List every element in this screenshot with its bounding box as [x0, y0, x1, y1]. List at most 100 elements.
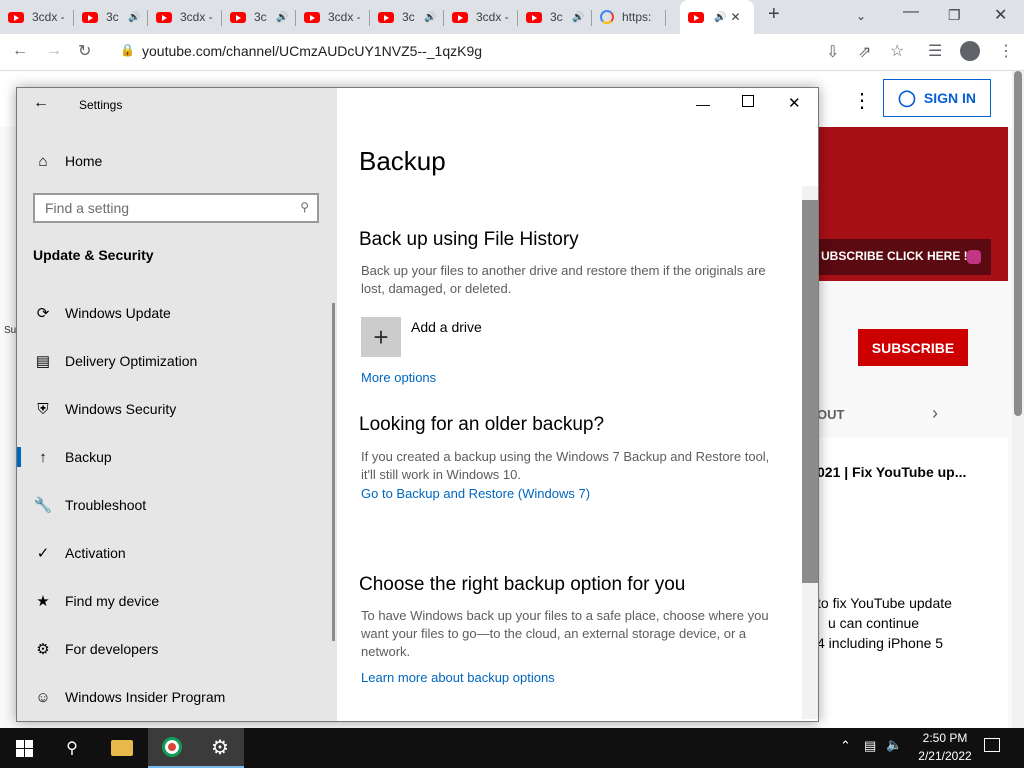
browser-tab[interactable]: 3cdx -: [296, 0, 370, 34]
install-icon[interactable]: ⇩: [826, 42, 839, 62]
video-card[interactable]: [817, 438, 1008, 728]
audio-icon[interactable]: 🔊: [128, 12, 140, 23]
sync-icon: ⟳: [36, 305, 50, 322]
url-bar[interactable]: youtube.com/channel/UCmzAUDcUY1NVZ5--_1q…: [142, 43, 482, 59]
search-icon[interactable]: ⚲: [300, 200, 309, 214]
audio-icon[interactable]: 🔊: [424, 12, 436, 23]
window-title: Settings: [79, 98, 123, 112]
network-icon[interactable]: ▤: [864, 738, 876, 754]
browser-tab[interactable]: 3c 🔊: [74, 0, 148, 34]
bookmark-star-icon[interactable]: ☆: [890, 41, 904, 61]
page-title: Backup: [359, 146, 446, 176]
browser-tab[interactable]: 3c 🔊: [370, 0, 444, 34]
audio-icon[interactable]: 🔊: [276, 12, 288, 23]
tab-separator: [665, 10, 666, 26]
add-drive-button[interactable]: Add a drive: [411, 319, 482, 335]
close-icon[interactable]: ✕: [788, 94, 801, 112]
chevron-right-icon[interactable]: ›: [932, 403, 938, 424]
subscribe-button[interactable]: SUBSCRIBE: [858, 329, 968, 366]
nav-label: Backup: [65, 449, 112, 465]
minimize-icon[interactable]: —: [903, 3, 919, 21]
sign-in-button[interactable]: ◯ SIGN IN: [883, 79, 991, 117]
tab-label: 3c: [254, 10, 267, 24]
home-icon: ⌂: [38, 152, 48, 170]
settings-gear-icon[interactable]: ⚙: [196, 728, 244, 768]
volume-icon[interactable]: 🔈: [886, 737, 902, 753]
nav-find-my-device[interactable]: ★ Find my device: [17, 581, 335, 621]
nav-label: Windows Security: [65, 401, 177, 417]
restore-icon[interactable]: ❐: [948, 7, 961, 24]
sidebar-fragment: Su: [4, 325, 17, 336]
older-backup-description: If you created a backup using the Window…: [361, 449, 770, 482]
maximize-icon[interactable]: [742, 95, 754, 107]
tab-label: 3cdx -: [32, 10, 65, 24]
nav-home[interactable]: ⌂ Home: [17, 141, 335, 181]
audio-icon[interactable]: 🔊: [714, 12, 726, 23]
notification-icon[interactable]: [984, 738, 1000, 752]
close-tab-icon[interactable]: ✕: [730, 10, 740, 24]
nav-delivery-optimization[interactable]: ▤ Delivery Optimization: [17, 341, 335, 381]
backup-restore-link[interactable]: Go to Backup and Restore (Windows 7): [361, 486, 590, 501]
video-desc-line: to fix YouTube update: [817, 595, 952, 611]
nav-windows-security[interactable]: ⛨ Windows Security: [17, 389, 335, 429]
nav-backup[interactable]: ↑ Backup: [17, 437, 335, 477]
clock-time[interactable]: 2:50 PM: [912, 731, 978, 745]
search-input[interactable]: Find a setting ⚲: [33, 193, 319, 223]
lock-icon[interactable]: 🔒: [120, 43, 135, 57]
nav-for-developers[interactable]: ⚙ For developers: [17, 629, 335, 669]
add-drive-plus-icon[interactable]: +: [361, 317, 401, 357]
tab-search-chevron-icon[interactable]: ⌄: [856, 9, 866, 23]
windows-logo-icon: [15, 739, 33, 757]
browser-tab[interactable]: 3cdx -: [148, 0, 222, 34]
more-options-link[interactable]: More options: [361, 370, 436, 385]
browser-tab[interactable]: 3c 🔊: [222, 0, 296, 34]
nav-activation[interactable]: ✓ Activation: [17, 533, 335, 573]
section-title: Update & Security: [33, 247, 154, 263]
nav-troubleshoot[interactable]: 🔧 Troubleshoot: [17, 485, 335, 525]
new-tab-icon[interactable]: +: [768, 3, 780, 26]
file-explorer-icon[interactable]: [98, 728, 146, 768]
profile-avatar-icon[interactable]: [960, 41, 980, 61]
browser-tab-active[interactable]: 🔊 ✕: [680, 0, 754, 34]
older-backup-heading: Looking for an older backup?: [359, 414, 605, 435]
channel-tab-about[interactable]: OUT: [817, 407, 844, 422]
youtube-more-icon[interactable]: ⋮: [852, 88, 872, 113]
browser-tab[interactable]: https:: [592, 0, 666, 34]
nav-windows-update[interactable]: ⟳ Windows Update: [17, 293, 335, 333]
nav-label: Delivery Optimization: [65, 353, 198, 369]
back-arrow-icon[interactable]: ←: [33, 94, 49, 112]
minimize-icon[interactable]: —: [696, 96, 710, 112]
tray-chevron-icon[interactable]: ⌃: [840, 738, 851, 754]
reload-icon[interactable]: ↻: [78, 41, 91, 61]
back-arrow-icon[interactable]: ←: [12, 42, 28, 60]
forward-arrow-icon[interactable]: →: [46, 42, 62, 60]
content-scrollbar[interactable]: [802, 186, 818, 719]
page-scrollbar-thumb[interactable]: [1014, 71, 1022, 416]
settings-sidebar: ← Settings ⌂ Home Find a setting ⚲ Update …: [17, 88, 337, 721]
chrome-menu-icon[interactable]: ⋮: [998, 41, 1014, 61]
search-placeholder: Find a setting: [45, 200, 130, 216]
close-window-icon[interactable]: ✕: [994, 5, 1007, 25]
account-icon: ◯: [897, 90, 916, 107]
browser-tab[interactable]: 3cdx -: [444, 0, 518, 34]
learn-more-link[interactable]: Learn more about backup options: [361, 670, 555, 685]
chrome-taskbar-icon[interactable]: [148, 728, 196, 768]
share-icon[interactable]: ⇗: [858, 42, 871, 62]
start-button[interactable]: [0, 728, 48, 768]
nav-windows-insider[interactable]: ☺ Windows Insider Program: [17, 677, 335, 717]
content-scrollbar-thumb[interactable]: [802, 200, 818, 583]
browser-tab[interactable]: 3c 🔊: [518, 0, 592, 34]
youtube-icon: [526, 11, 542, 23]
audio-icon[interactable]: 🔊: [572, 12, 584, 23]
media-control-icon[interactable]: ☰: [928, 41, 942, 61]
clock-date[interactable]: 2/21/2022: [912, 749, 978, 763]
channel-banner: UBSCRIBE CLICK HERE !: [817, 127, 1008, 281]
search-icon[interactable]: ⚲: [48, 728, 96, 768]
page-scrollbar[interactable]: [1012, 71, 1024, 728]
instagram-icon[interactable]: [967, 250, 981, 264]
youtube-icon: [688, 11, 704, 23]
video-desc-line: 4 including iPhone 5: [817, 635, 944, 651]
browser-tab[interactable]: 3cdx -: [0, 0, 74, 34]
tab-label: 3cdx -: [328, 10, 361, 24]
video-title[interactable]: 021 | Fix YouTube up...: [817, 464, 966, 480]
